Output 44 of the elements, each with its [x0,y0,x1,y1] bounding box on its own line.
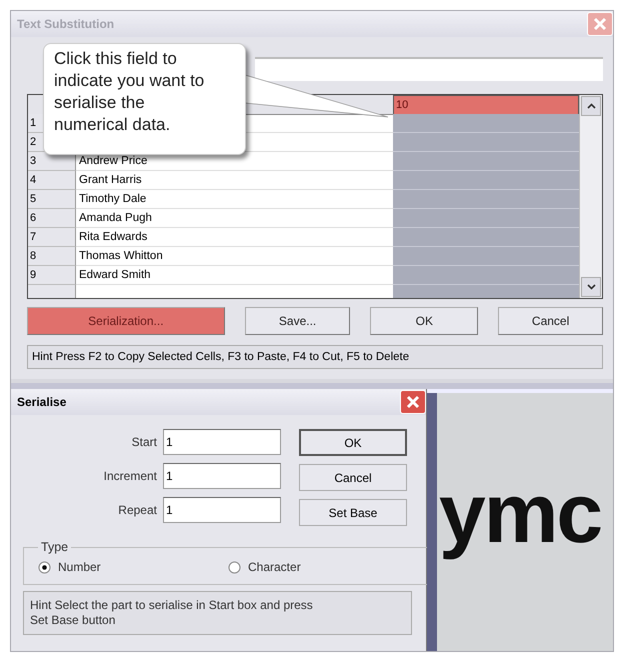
input-field[interactable]: 1 [163,497,281,523]
dialog-button[interactable]: Serialization... [27,307,225,335]
field-label: Repeat [117,503,157,517]
caret-icon [586,284,596,290]
table-cell: Thomas Whitton [76,247,393,266]
table-cell: Edward Smith [76,266,393,285]
row-number: 6 [28,209,76,228]
close-button[interactable] [400,390,426,414]
caret-icon [586,103,596,109]
dialog-button[interactable]: Save... [244,307,350,335]
row-number: 7 [28,228,76,247]
scroll-up-button[interactable] [581,96,601,116]
close-icon [593,17,607,31]
field-label: Increment [102,469,157,483]
dialog-title: Serialise [17,395,66,409]
dialog-button[interactable]: Cancel [498,307,603,335]
field-label: Start [130,435,157,449]
dialog-button[interactable]: Set Base [299,499,407,526]
close-icon [406,395,420,409]
input-field[interactable] [255,57,603,81]
input-field[interactable]: 1 [163,463,281,489]
row-number: 4 [28,171,76,190]
radio-label: Number [58,560,101,574]
dialog-button[interactable]: Cancel [299,464,407,491]
dialog-button[interactable]: OK [370,307,478,335]
row-number: 5 [28,190,76,209]
scroll-down-button[interactable] [581,277,601,297]
column-header[interactable]: 10 [393,95,579,115]
radio-button[interactable] [228,560,241,574]
table-cell: Timothy Dale [76,190,393,209]
hint-text: Hint Press F2 to Copy Selected Cells, F3 to Paste, F4 to Cut, F5 to Delete [27,345,603,369]
radio-label: Character [248,560,301,574]
row-number: 8 [28,247,76,266]
group-title: Type [40,540,70,554]
dialog-button[interactable]: OK [299,429,407,456]
background-text: ymc [439,465,602,562]
table-cell: Amanda Pugh [76,209,393,228]
row-number: 9 [28,266,76,285]
window-title: Text Substitution [17,17,114,31]
hint-text: Hint Select the part to serialise in Start box and press Set Base button [30,598,314,628]
radio-button[interactable] [38,560,51,574]
table-cell: Grant Harris [76,171,393,190]
table-cell: Rita Edwards [76,228,393,247]
input-field[interactable]: 1 [163,429,281,455]
